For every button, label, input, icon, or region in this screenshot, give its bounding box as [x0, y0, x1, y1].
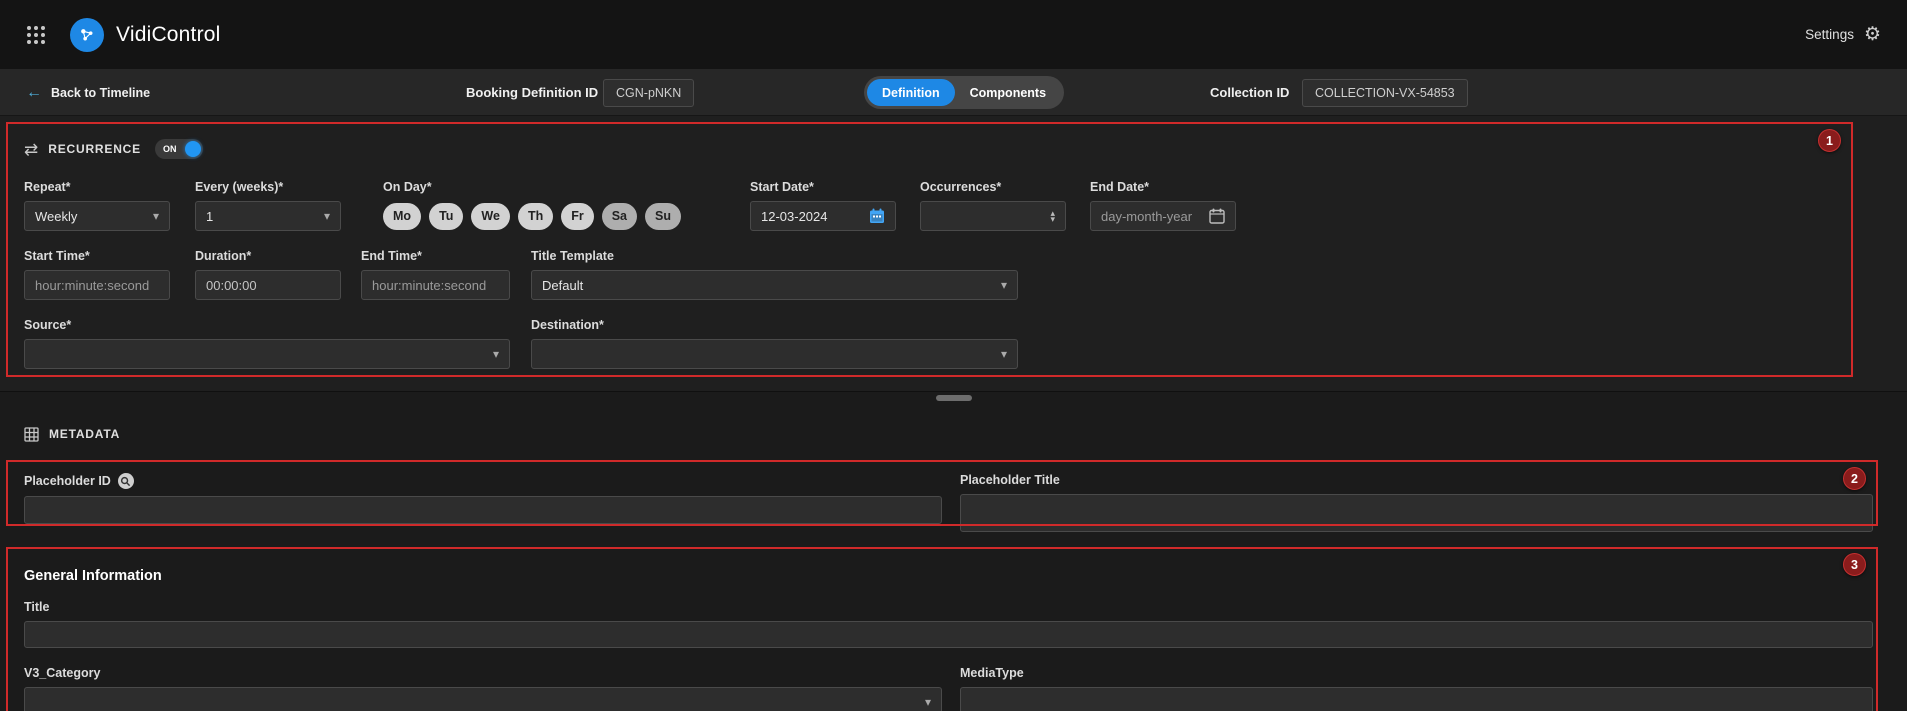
start-date-value: 12-03-2024	[761, 209, 828, 224]
title-input[interactable]	[24, 621, 1873, 648]
repeat-label: Repeat*	[24, 180, 170, 194]
calendar-icon[interactable]	[869, 208, 885, 224]
on-day-label: On Day*	[383, 180, 705, 194]
recurrence-toggle-state: ON	[163, 144, 177, 154]
chevron-down-icon: ▾	[153, 209, 159, 223]
booking-definition-id-value: CGN-pNKN	[603, 79, 694, 107]
chevron-down-icon: ▾	[493, 347, 499, 361]
start-time-input[interactable]	[24, 270, 170, 300]
every-weeks-select[interactable]: 1 ▾	[195, 201, 341, 231]
recurrence-icon: ⇄	[24, 141, 38, 158]
end-date-placeholder: day-month-year	[1101, 209, 1192, 224]
chevron-down-icon: ▾	[1001, 347, 1007, 361]
day-pill-sa[interactable]: Sa	[602, 203, 637, 230]
metadata-title: METADATA	[49, 427, 120, 441]
end-time-label: End Time*	[361, 249, 510, 263]
repeat-select[interactable]: Weekly ▾	[24, 201, 170, 231]
v3-category-label: V3_Category	[24, 666, 942, 680]
media-type-input[interactable]	[960, 687, 1873, 711]
media-type-label: MediaType	[960, 666, 1873, 680]
tab-components[interactable]: Components	[955, 79, 1061, 106]
back-to-timeline-label: Back to Timeline	[51, 86, 150, 100]
chevron-down-icon: ▾	[1001, 278, 1007, 292]
back-to-timeline-link[interactable]: ← Back to Timeline	[26, 69, 150, 116]
title-template-select[interactable]: Default ▾	[531, 270, 1018, 300]
day-pill-we[interactable]: We	[471, 203, 510, 230]
gear-icon[interactable]: ⚙	[1864, 25, 1881, 44]
toggle-knob	[185, 141, 201, 157]
placeholder-title-label: Placeholder Title	[960, 473, 1873, 487]
placeholder-title-input[interactable]	[960, 494, 1873, 532]
duration-input[interactable]	[195, 270, 341, 300]
search-icon[interactable]	[118, 473, 134, 489]
title-template-value: Default	[542, 278, 583, 293]
general-information-section: General Information Title V3_Category ▾ …	[0, 532, 1907, 711]
placeholder-id-input[interactable]	[24, 496, 942, 524]
metadata-section: METADATA Placeholder ID Placeholder Titl…	[0, 405, 1907, 532]
metadata-grid-icon	[24, 427, 39, 442]
collection-id-label: Collection ID	[1210, 69, 1289, 116]
v3-category-select[interactable]: ▾	[24, 687, 942, 711]
apps-grid-icon[interactable]	[26, 25, 46, 45]
recurrence-section: ⇄ RECURRENCE ON Repeat* Weekly ▾ Every (…	[0, 116, 1907, 391]
collection-id-value: COLLECTION-VX-54853	[1302, 79, 1468, 107]
occurrences-input[interactable]: ▴ ▾	[920, 201, 1066, 231]
day-pill-group: Mo Tu We Th Fr Sa Su	[383, 201, 705, 231]
tab-definition[interactable]: Definition	[867, 79, 955, 106]
end-time-input[interactable]	[361, 270, 510, 300]
toolbar: ← Back to Timeline Booking Definition ID…	[0, 69, 1907, 116]
general-information-title: General Information	[24, 568, 1883, 584]
title-field-label: Title	[24, 600, 1883, 614]
start-date-input[interactable]: 12-03-2024	[750, 201, 896, 231]
app-logo-icon	[70, 18, 104, 52]
start-time-label: Start Time*	[24, 249, 170, 263]
destination-select[interactable]: ▾	[531, 339, 1018, 369]
app-header: VidiControl Settings ⚙	[0, 0, 1907, 69]
end-date-label: End Date*	[1090, 180, 1236, 194]
day-pill-su[interactable]: Su	[645, 203, 681, 230]
end-date-input[interactable]: day-month-year	[1090, 201, 1236, 231]
day-pill-th[interactable]: Th	[518, 203, 553, 230]
app-title: VidiControl	[116, 23, 221, 47]
source-label: Source*	[24, 318, 510, 332]
recurrence-title: RECURRENCE	[48, 142, 141, 156]
duration-label: Duration*	[195, 249, 341, 263]
stepper-icon[interactable]: ▴ ▾	[1050, 210, 1055, 222]
recurrence-toggle[interactable]: ON	[155, 139, 203, 159]
day-pill-fr[interactable]: Fr	[561, 203, 594, 230]
view-tabs: Definition Components	[864, 69, 1064, 116]
day-pill-tu[interactable]: Tu	[429, 203, 463, 230]
every-weeks-label: Every (weeks)*	[195, 180, 341, 194]
destination-label: Destination*	[531, 318, 1018, 332]
booking-definition-id-label: Booking Definition ID	[466, 69, 598, 116]
source-select[interactable]: ▾	[24, 339, 510, 369]
start-date-label: Start Date*	[750, 180, 896, 194]
resize-drag-handle[interactable]	[936, 395, 972, 401]
repeat-value: Weekly	[35, 209, 77, 224]
occurrences-label: Occurrences*	[920, 180, 1066, 194]
back-arrow-icon: ←	[26, 84, 42, 102]
settings-label[interactable]: Settings	[1805, 27, 1854, 42]
chevron-down-icon: ▾	[925, 695, 931, 709]
title-template-label: Title Template	[531, 249, 1018, 263]
every-weeks-value: 1	[206, 209, 213, 224]
chevron-down-icon: ▾	[324, 209, 330, 223]
pane-divider	[0, 391, 1907, 405]
day-pill-mo[interactable]: Mo	[383, 203, 421, 230]
placeholder-id-label: Placeholder ID	[24, 474, 111, 488]
calendar-icon[interactable]	[1209, 208, 1225, 224]
